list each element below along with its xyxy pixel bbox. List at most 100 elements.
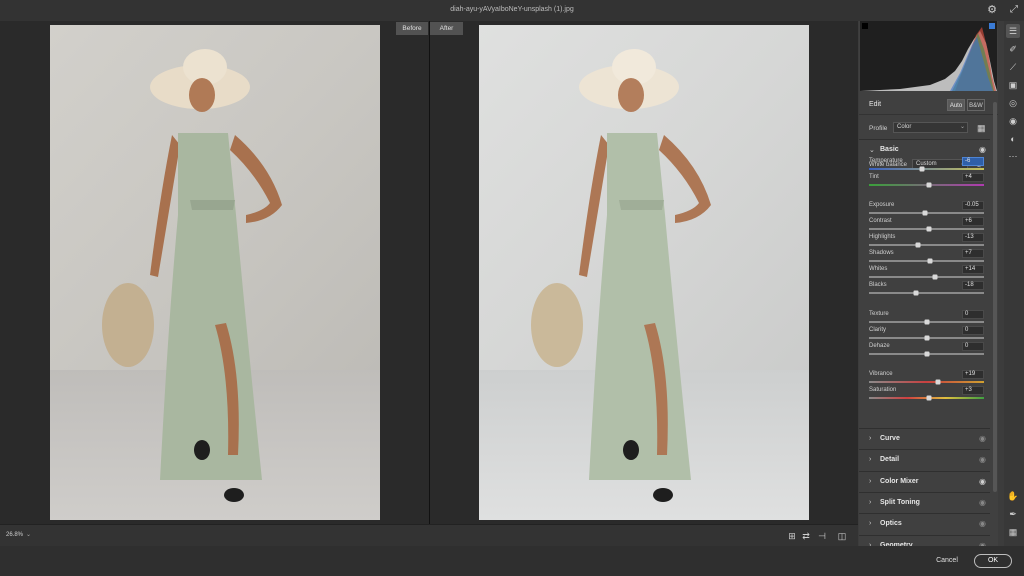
- zoom-level[interactable]: 26.8%: [6, 532, 23, 538]
- slider-label-dehaze: Dehaze: [869, 343, 890, 349]
- value-field-exposure[interactable]: -0.05: [962, 201, 984, 210]
- slider-thumb-texture[interactable]: [924, 319, 929, 325]
- section-title: Detail: [880, 456, 900, 464]
- eye-icon[interactable]: ◉: [979, 145, 986, 154]
- slider-thumb-contrast[interactable]: [926, 226, 932, 232]
- copy-settings-icon[interactable]: ⇄: [800, 530, 812, 542]
- chevron-down-icon[interactable]: ⌄: [26, 531, 31, 538]
- value-field-contrast[interactable]: +6: [962, 217, 984, 226]
- edit-title: Edit: [869, 101, 882, 108]
- value-field-texture[interactable]: 0: [962, 310, 984, 319]
- value-field-tint[interactable]: +4: [962, 173, 984, 182]
- profile-select[interactable]: Color ⌄: [893, 122, 968, 133]
- eye-icon[interactable]: ◉: [979, 455, 986, 464]
- compare-divider[interactable]: [429, 21, 430, 524]
- slider-track-shadows[interactable]: [869, 258, 984, 264]
- window-title: diah-ayu-yAVyaIboNeY-unsplash (1).jpg: [450, 6, 574, 13]
- eye-icon[interactable]: ◉: [979, 477, 986, 486]
- section-color-mixer[interactable]: › Color Mixer ◉: [859, 472, 990, 492]
- slider-thumb-blacks[interactable]: [913, 290, 919, 296]
- radial-filter-icon[interactable]: ◎: [1006, 96, 1020, 110]
- value-field-clarity[interactable]: 0: [962, 326, 984, 335]
- slider-track-blacks[interactable]: [869, 290, 984, 296]
- expand-icon[interactable]: ⤢: [1008, 4, 1020, 16]
- section-title: Color Mixer: [880, 477, 919, 485]
- chevron-right-icon: ›: [869, 435, 872, 442]
- slider-track-contrast[interactable]: [869, 226, 984, 232]
- eye-icon[interactable]: ◉: [979, 498, 986, 507]
- eye-icon[interactable]: ◉: [979, 519, 986, 528]
- chevron-down-icon: ⌄: [959, 124, 965, 130]
- slider-label-blacks: Blacks: [869, 282, 887, 288]
- highlight-clipping-icon[interactable]: [989, 23, 995, 29]
- slider-thumb-highlights[interactable]: [915, 242, 921, 248]
- auto-button[interactable]: Auto: [947, 99, 965, 111]
- slider-track-whites[interactable]: [869, 274, 984, 280]
- slider-track-saturation[interactable]: [869, 395, 984, 401]
- graduated-filter-icon[interactable]: ▣: [1006, 78, 1020, 92]
- slider-track-dehaze[interactable]: [869, 351, 984, 357]
- slider-track-vibrance[interactable]: [869, 379, 984, 385]
- slider-label-clarity: Clarity: [869, 327, 887, 333]
- section-detail[interactable]: › Detail ◉: [859, 450, 990, 470]
- more-icon[interactable]: ⋯: [1006, 149, 1020, 163]
- color-sampler-icon[interactable]: ✒: [1006, 507, 1020, 521]
- before-image: [50, 25, 380, 520]
- value-field-highlights[interactable]: -13: [962, 233, 984, 242]
- slider-thumb-tint[interactable]: [926, 182, 932, 188]
- slider-thumb-vibrance[interactable]: [935, 379, 941, 385]
- edit-sliders-icon[interactable]: ☰: [1006, 24, 1020, 38]
- value-field-whites[interactable]: +14: [962, 265, 984, 274]
- profile-value: Color: [897, 124, 912, 130]
- slider-track-highlights[interactable]: [869, 242, 984, 248]
- slider-thumb-clarity[interactable]: [924, 335, 929, 341]
- gear-icon[interactable]: ⚙: [986, 4, 998, 16]
- section-split-toning[interactable]: › Split Toning ◉: [859, 493, 990, 513]
- grid-icon[interactable]: ▦: [1006, 525, 1020, 539]
- slider-track-texture[interactable]: [869, 319, 984, 325]
- value-field-vibrance[interactable]: +19: [962, 370, 984, 379]
- hand-icon[interactable]: ✋: [1006, 489, 1020, 503]
- slider-thumb-whites[interactable]: [932, 274, 938, 280]
- slider-thumb-saturation[interactable]: [926, 395, 932, 401]
- slider-track-clarity[interactable]: [869, 335, 984, 341]
- slider-label-whites: Whites: [869, 266, 888, 272]
- value-field-saturation[interactable]: +3: [962, 386, 984, 395]
- copy-to-before-icon[interactable]: ⊣: [816, 530, 828, 542]
- section-optics[interactable]: › Optics ◉: [859, 514, 990, 534]
- profile-browser-icon[interactable]: ▦: [977, 123, 987, 133]
- cancel-button[interactable]: Cancel: [932, 555, 962, 567]
- camera-raw-window: diah-ayu-yAVyaIboNeY-unsplash (1).jpg ⚙ …: [0, 0, 1024, 576]
- basic-title: Basic: [880, 146, 899, 153]
- title-bar: diah-ayu-yAVyaIboNeY-unsplash (1).jpg ⚙ …: [0, 0, 1024, 21]
- slider-label-texture: Texture: [869, 311, 889, 317]
- section-geometry[interactable]: › Geometry ◉: [859, 536, 990, 547]
- section-curve[interactable]: › Curve ◉: [859, 429, 990, 449]
- section-title: Optics: [880, 520, 902, 528]
- slider-track-exposure[interactable]: [869, 210, 984, 216]
- eye-icon[interactable]: ◉: [979, 434, 986, 443]
- value-field-blacks[interactable]: -18: [962, 281, 984, 290]
- slider-thumb-temperature[interactable]: [919, 166, 925, 172]
- after-label: After: [430, 22, 463, 35]
- presets-icon[interactable]: ◐: [1006, 132, 1020, 146]
- bw-button[interactable]: B&W: [967, 99, 985, 111]
- slider-thumb-dehaze[interactable]: [924, 351, 929, 357]
- slider-track-tint[interactable]: [869, 182, 984, 188]
- slider-label-exposure: Exposure: [869, 202, 895, 208]
- ok-button[interactable]: OK: [974, 554, 1012, 568]
- slider-thumb-shadows[interactable]: [927, 258, 933, 264]
- chevron-right-icon: ›: [869, 498, 872, 506]
- red-eye-icon[interactable]: ◉: [1006, 114, 1020, 128]
- slider-track-temperature[interactable]: [869, 166, 984, 172]
- panel-scrollbar[interactable]: [993, 102, 997, 492]
- adjustment-brush-icon[interactable]: ⟋: [1006, 60, 1020, 74]
- compare-view-icon[interactable]: ◫: [836, 530, 848, 542]
- value-field-dehaze[interactable]: 0: [962, 342, 984, 351]
- value-field-shadows[interactable]: +7: [962, 249, 984, 258]
- before-after-swap-icon[interactable]: ⊞: [786, 530, 798, 542]
- shadow-clipping-icon[interactable]: [862, 23, 868, 29]
- healing-brush-icon[interactable]: ✐: [1006, 42, 1020, 56]
- value-field-temperature[interactable]: -6: [962, 157, 984, 166]
- slider-thumb-exposure[interactable]: [922, 210, 928, 216]
